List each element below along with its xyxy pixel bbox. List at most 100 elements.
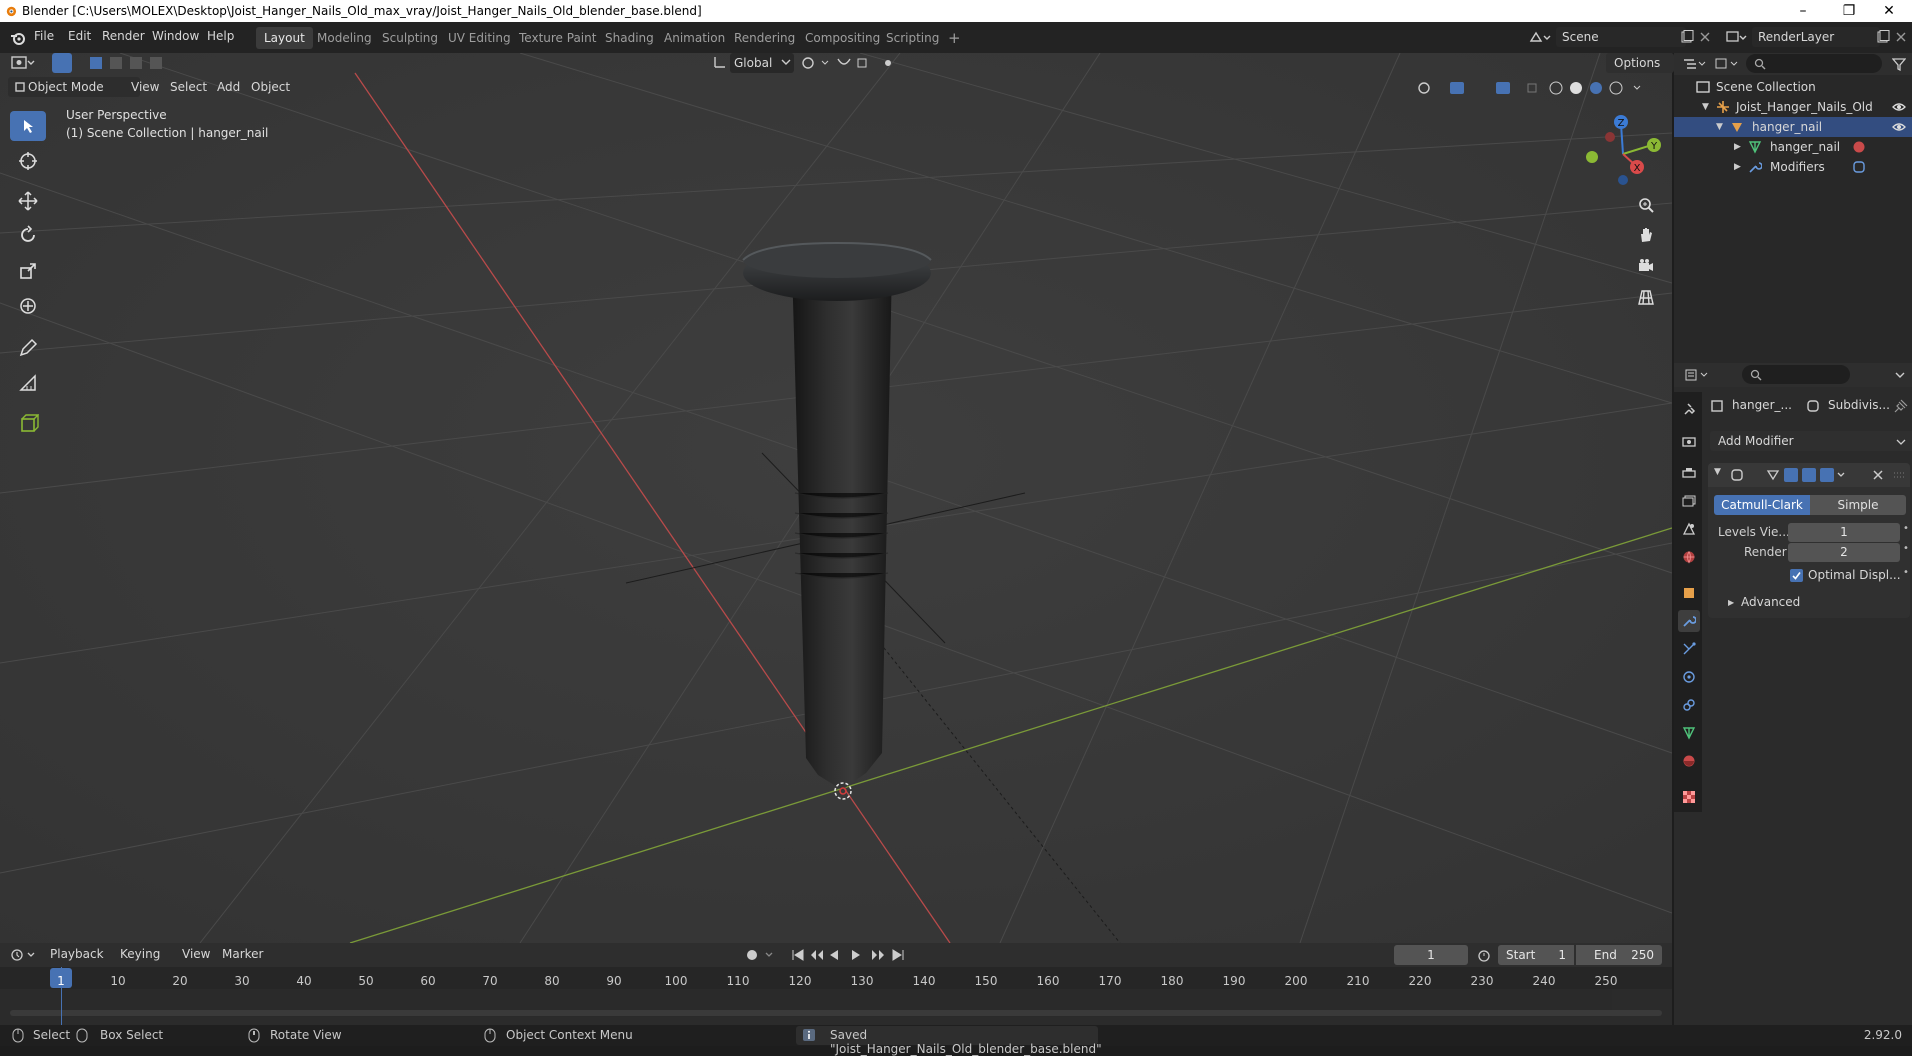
annotate-tool[interactable] [10,333,46,363]
minimize-button[interactable]: – [1780,0,1826,22]
timeline-menu-keying[interactable]: Keying [120,947,160,961]
measure-tool[interactable] [10,368,46,398]
menu-window[interactable]: Window [152,29,199,43]
timeline-scrollbar[interactable] [10,1010,1662,1016]
render-layer-icon[interactable] [1724,29,1748,45]
view-layer-properties-tab[interactable] [1678,490,1700,512]
tab-shading[interactable]: Shading [597,27,662,49]
auto-keying-record-icon[interactable] [744,947,780,963]
render-properties-tab[interactable] [1678,430,1700,452]
stopwatch-icon[interactable] [1476,948,1492,962]
viewport-menu-add[interactable]: Add [217,77,240,97]
tab-modeling[interactable]: Modeling [309,27,380,49]
outliner-row-modifiers[interactable]: ▶ Modifiers [1674,157,1912,177]
options-dropdown[interactable]: Options [1606,53,1674,73]
render-levels-field[interactable]: 2 [1788,543,1900,562]
blender-menu-icon[interactable] [10,30,26,46]
select-mode-button[interactable] [52,53,72,73]
new-render-layer-icon[interactable] [1876,30,1890,44]
timeline-menu-view[interactable]: View [182,947,210,961]
advanced-subpanel-label[interactable]: Advanced [1741,595,1800,609]
breadcrumb-modifier[interactable]: Subdivis... [1828,398,1890,412]
pin-icon[interactable] [1894,399,1908,413]
data-properties-tab[interactable] [1678,722,1700,744]
zoom-view-button[interactable] [1633,192,1659,218]
outliner-row-scene-collection[interactable]: Scene Collection [1674,77,1912,97]
modifier-properties-tab[interactable] [1678,610,1700,632]
collapse-arrow-icon[interactable]: ▶ [1734,157,1741,177]
tab-sculpting[interactable]: Sculpting [374,27,446,49]
tab-uv-editing[interactable]: UV Editing [440,27,519,49]
expand-arrow-icon[interactable]: ▼ [1702,97,1709,117]
texture-properties-tab[interactable] [1678,786,1700,808]
editor-type-icon[interactable] [10,54,36,72]
add-cube-tool[interactable] [10,408,46,438]
timeline-menu-playback[interactable]: Playback [50,947,104,961]
particles-properties-tab[interactable] [1678,638,1700,660]
constraints-properties-tab[interactable] [1678,694,1700,716]
keyframe-dot-icon[interactable]: • [1903,523,1909,534]
scene-properties-tab[interactable] [1678,518,1700,540]
new-scene-icon[interactable] [1680,30,1694,44]
expand-arrow-icon[interactable]: ▼ [1716,117,1723,137]
playback-controls[interactable] [790,947,910,963]
simple-option[interactable]: Simple [1810,495,1906,515]
timeline-menu-marker[interactable]: Marker [222,947,263,961]
start-frame-field[interactable]: Start 1 [1498,945,1574,965]
move-tool[interactable] [10,186,46,216]
modifier-visibility-toggles[interactable] [1766,467,1850,483]
display-mode-icon[interactable] [1714,57,1740,71]
world-properties-tab[interactable] [1678,546,1700,568]
scene-selector-icon[interactable] [1528,29,1552,45]
chevron-down-icon[interactable] [1894,369,1906,381]
timeline-editor-icon[interactable] [10,948,38,962]
selection-mode-icons[interactable] [88,55,184,71]
material-properties-tab[interactable] [1678,750,1700,772]
eye-icon[interactable] [1892,121,1906,133]
outliner-row-object-selected[interactable]: ▼ hanger_nail [1674,117,1912,137]
tool-properties-tab[interactable] [1678,398,1700,420]
render-layer-field[interactable]: RenderLayer [1752,27,1880,47]
pivot-and-snap-icons[interactable] [800,55,900,71]
object-mode-dropdown[interactable]: Object Mode [8,77,140,97]
add-workspace-button[interactable]: + [940,27,969,49]
optimal-display-checkbox[interactable] [1790,569,1803,582]
output-properties-tab[interactable] [1678,462,1700,484]
properties-editor-icon[interactable] [1684,368,1710,382]
scene-name-field[interactable]: Scene [1556,27,1686,47]
perspective-toggle-button[interactable] [1633,284,1659,310]
filter-icon[interactable] [1892,57,1906,71]
navigation-gizmo[interactable]: Z Y X [1580,112,1670,192]
menu-render[interactable]: Render [102,29,145,43]
3d-viewport[interactable] [0,53,1672,943]
tab-layout[interactable]: Layout [256,27,313,49]
keyframe-dot-icon[interactable]: • [1903,543,1909,554]
subdivision-modifier-icon[interactable] [1852,160,1866,174]
delete-scene-icon[interactable] [1698,30,1712,44]
outliner-row-collection[interactable]: ▼ Joist_Hanger_Nails_Old [1674,97,1912,117]
keyframe-dot-icon[interactable]: • [1903,567,1909,578]
material-icon[interactable] [1852,140,1866,154]
pan-view-button[interactable] [1633,222,1659,248]
physics-properties-tab[interactable] [1678,666,1700,688]
levels-viewport-field[interactable]: 1 [1788,523,1900,542]
outliner-search-input[interactable] [1746,54,1882,73]
select-box-tool[interactable] [10,111,46,141]
menu-help[interactable]: Help [207,29,234,43]
end-frame-field[interactable]: End 250 [1576,945,1662,965]
outliner-row-mesh-data[interactable]: ▶ hanger_nail [1674,137,1912,157]
viewport-menu-object[interactable]: Object [251,77,290,97]
collapse-arrow-icon[interactable]: ▶ [1734,137,1741,157]
add-modifier-dropdown[interactable]: Add Modifier [1710,431,1912,451]
catmull-clark-option[interactable]: Catmull-Clark [1714,495,1810,515]
menu-edit[interactable]: Edit [68,29,91,43]
rotate-tool[interactable] [10,220,46,250]
tab-rendering[interactable]: Rendering [726,27,803,49]
viewport-menu-view[interactable]: View [131,77,159,97]
current-frame-field[interactable]: 1 [1394,945,1468,965]
menu-file[interactable]: File [34,29,54,43]
delete-render-layer-icon[interactable] [1894,30,1908,44]
modifier-collapse-arrow-icon[interactable]: ▼ [1714,467,1721,477]
close-icon[interactable] [1872,469,1884,481]
viewport-menu-select[interactable]: Select [170,77,207,97]
